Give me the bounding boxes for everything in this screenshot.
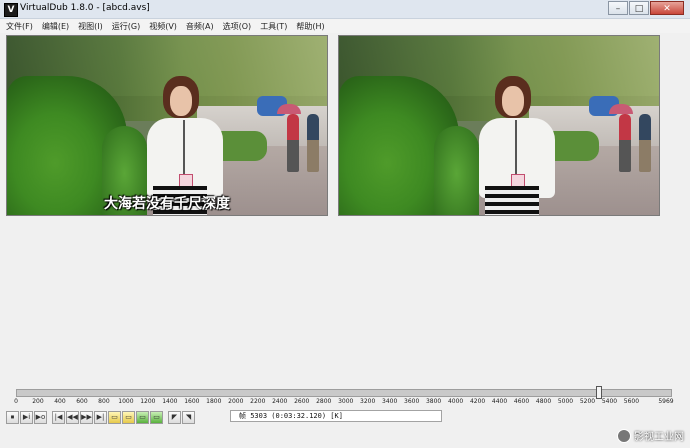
scene-woman-face bbox=[170, 86, 192, 116]
timeline-tick-label: 5400 bbox=[601, 398, 618, 405]
play-input-button[interactable]: ▶i bbox=[20, 410, 33, 424]
timeline-tick-label: 1400 bbox=[162, 398, 178, 405]
playback-toolbar: ⏹ ▶i ▶o |◀ ◀◀ ▶▶ ▶| ▭ ▭ ▭ ▭ ◤ ◥ bbox=[6, 410, 196, 424]
go-start-button[interactable]: |◀ bbox=[52, 410, 65, 424]
scene-walker bbox=[639, 114, 651, 172]
go-end-button[interactable]: ▶| bbox=[94, 410, 107, 424]
menu-view[interactable]: 视图(I) bbox=[78, 21, 103, 32]
window-controls: – □ ✕ bbox=[607, 1, 684, 15]
watermark-text: 影视工业网 bbox=[634, 432, 684, 443]
timeline-tick-label: 3800 bbox=[425, 398, 442, 405]
timeline-tick-label: 5000 bbox=[557, 398, 574, 405]
scene-forward-button[interactable]: ▭ bbox=[150, 410, 163, 424]
menu-tools[interactable]: 工具(T) bbox=[260, 21, 287, 32]
next-keyframe-button[interactable]: ▭ bbox=[122, 410, 135, 424]
timeline-tick-label: 2600 bbox=[294, 398, 310, 405]
timeline-tick-label: 400 bbox=[54, 398, 66, 405]
timeline-tick-label: 200 bbox=[32, 398, 44, 405]
timeline-tick-label: 3400 bbox=[382, 398, 398, 405]
scene-lanyard bbox=[515, 120, 517, 174]
step-back-button[interactable]: ◀◀ bbox=[66, 410, 79, 424]
scene-umbrella bbox=[609, 104, 633, 114]
step-forward-button[interactable]: ▶▶ bbox=[80, 410, 93, 424]
scene-umbrella bbox=[277, 104, 301, 114]
timeline-track[interactable] bbox=[16, 389, 672, 397]
menu-edit[interactable]: 编辑(E) bbox=[42, 21, 69, 32]
timeline-tick-label: 2000 bbox=[228, 398, 244, 405]
workspace-area bbox=[4, 218, 686, 388]
scene-back-button[interactable]: ▭ bbox=[136, 410, 149, 424]
close-button[interactable]: ✕ bbox=[650, 1, 684, 15]
timeline-end-label: 5969 bbox=[658, 398, 674, 405]
timeline-ruler: 0 200 400 600 800 1000 1200 1400 1600 1800 2000 220… bbox=[14, 398, 674, 407]
menu-audio[interactable]: 音频(A) bbox=[186, 21, 214, 32]
app-icon: V bbox=[4, 3, 18, 17]
play-output-button[interactable]: ▶o bbox=[34, 410, 47, 424]
scene-woman-skirt bbox=[485, 186, 539, 215]
timeline-tick-label: 600 bbox=[76, 398, 88, 405]
maximize-button[interactable]: □ bbox=[629, 1, 649, 15]
timeline-tick-label: 4000 bbox=[447, 398, 464, 405]
scene-walker bbox=[307, 114, 319, 172]
menu-help[interactable]: 帮助(H) bbox=[296, 21, 324, 32]
scene-walker bbox=[287, 114, 299, 172]
timeline-tick-label: 3200 bbox=[360, 398, 376, 405]
timeline-tick-label: 1000 bbox=[118, 398, 134, 405]
timeline-tick-label: 0 bbox=[14, 398, 18, 405]
window-title: VirtualDub 1.8.0 - [abcd.avs] bbox=[20, 3, 150, 13]
menu-file[interactable]: 文件(F) bbox=[6, 21, 33, 32]
scene-walker bbox=[619, 114, 631, 172]
prev-keyframe-button[interactable]: ▭ bbox=[108, 410, 121, 424]
timeline-tick-label: 1600 bbox=[184, 398, 200, 405]
scene-woman-face bbox=[502, 86, 524, 116]
timeline-tick-label: 4800 bbox=[535, 398, 552, 405]
watermark: 影视工业网 bbox=[617, 428, 684, 443]
menu-video[interactable]: 视频(V) bbox=[149, 21, 177, 32]
timeline-tick-label: 5600 bbox=[623, 398, 640, 405]
timeline-tick-label: 4400 bbox=[491, 398, 508, 405]
timeline-tick-label: 2800 bbox=[316, 398, 332, 405]
timeline-tick-label: 3600 bbox=[404, 398, 420, 405]
timeline-tick-label: 1800 bbox=[206, 398, 222, 405]
menu-bar: 文件(F) 编辑(E) 视图(I) 运行(G) 视频(V) 音频(A) 选项(O… bbox=[0, 19, 690, 33]
mark-in-button[interactable]: ◤ bbox=[168, 410, 181, 424]
timeline-tick-label: 2400 bbox=[272, 398, 288, 405]
timeline-tick-label: 3000 bbox=[338, 398, 354, 405]
timeline-tick-label: 5200 bbox=[579, 398, 596, 405]
frame-status: 帧 5303 (0:03:32.120) [K] bbox=[230, 410, 442, 422]
menu-options[interactable]: 选项(O) bbox=[223, 21, 252, 32]
watermark-logo-icon bbox=[617, 428, 631, 443]
timeline-tick-label: 4200 bbox=[469, 398, 486, 405]
timeline-tick-label: 800 bbox=[98, 398, 110, 405]
timeline-tick-label: 2200 bbox=[250, 398, 266, 405]
title-bar: V VirtualDub 1.8.0 - [abcd.avs] – □ ✕ bbox=[0, 0, 690, 19]
mark-out-button[interactable]: ◥ bbox=[182, 410, 195, 424]
timeline-tick-label: 4600 bbox=[513, 398, 530, 405]
stop-button[interactable]: ⏹ bbox=[6, 410, 19, 424]
video-frame-output bbox=[339, 36, 659, 215]
timeline-tick-label: 1200 bbox=[140, 398, 156, 405]
input-video-pane[interactable]: 大海若没有千尺深度 bbox=[6, 35, 328, 216]
output-video-pane[interactable] bbox=[338, 35, 660, 216]
video-subtitle: 大海若没有千尺深度 bbox=[104, 196, 230, 212]
menu-go[interactable]: 运行(G) bbox=[112, 21, 140, 32]
minimize-button[interactable]: – bbox=[608, 1, 628, 15]
video-frame-input bbox=[7, 36, 327, 215]
scene-lanyard bbox=[183, 120, 185, 174]
scene-bush bbox=[434, 126, 479, 215]
